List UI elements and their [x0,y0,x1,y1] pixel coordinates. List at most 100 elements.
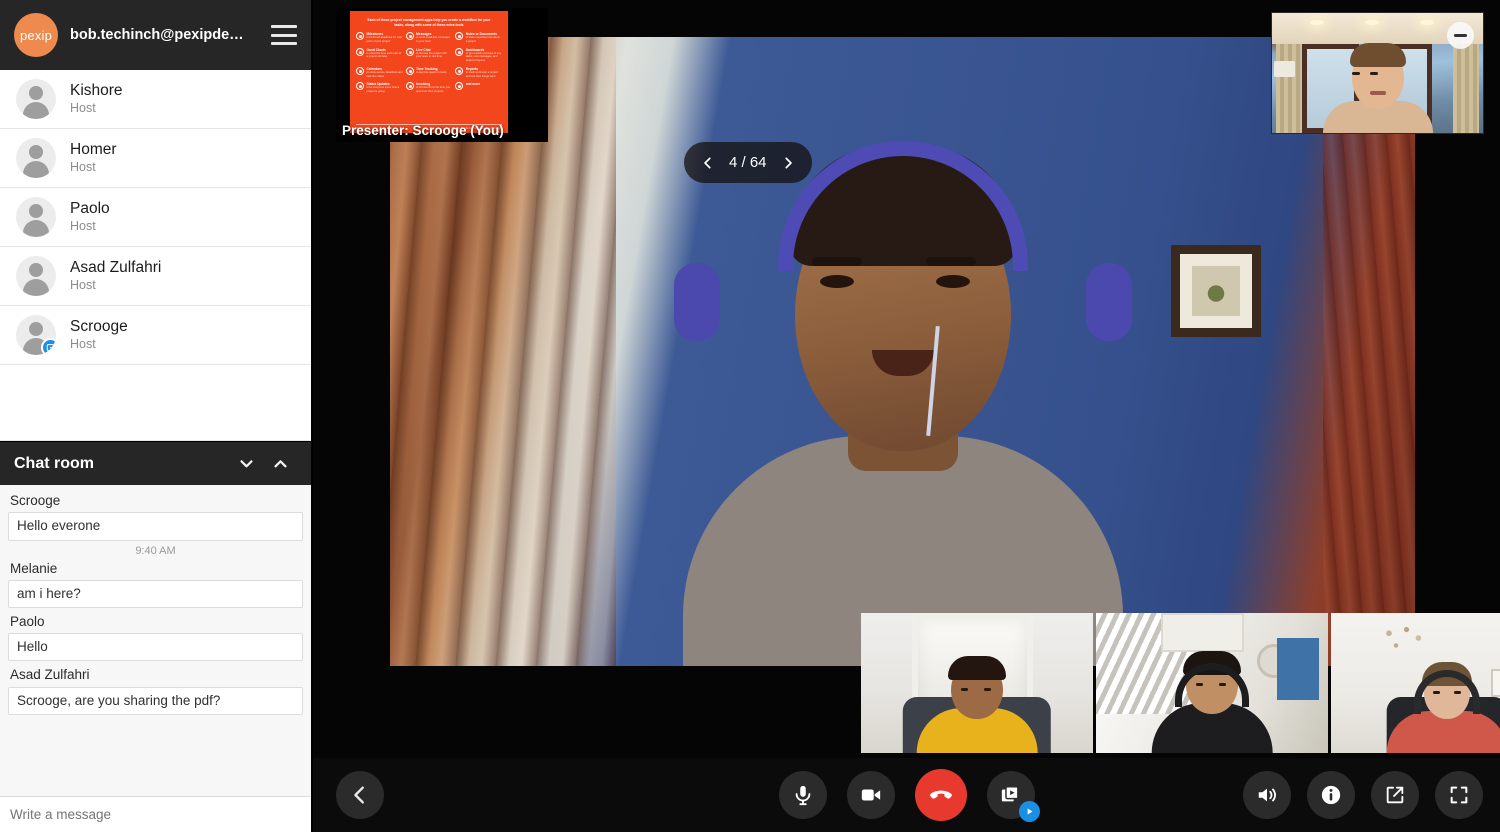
slide-feature-item: Gantt Charts to show the time each part o… [356,47,403,63]
next-slide-button[interactable] [777,152,799,174]
avatar-head [29,204,43,218]
avatar-head [29,145,43,159]
wall-picture-frame [1171,244,1262,337]
chat-message-text: Hello everone [8,512,303,541]
speaker-eye-right [935,275,970,288]
presenter-label: Presenter: Scrooge (You) [342,123,504,138]
sidebar-header: pexip bob.techinch@pexipde… [0,0,311,70]
toolbar-center-group [778,769,1040,822]
chat-room-title: Chat room [14,454,94,472]
slide-feature-desc: to hit broad deadlines for core parts of… [366,36,403,44]
slide-feature-item: Status Updates to let everyone know how a… [356,82,403,93]
participant-thumbnail-3[interactable] [1331,613,1500,753]
thumbnail-wall-decor [1368,620,1438,674]
avatar-head [29,86,43,100]
slide-feature-icon [405,32,414,41]
chat-room-header: Chat room [0,441,311,486]
pexip-logo: pexip [14,13,58,57]
back-button[interactable] [336,771,384,819]
presenting-badge-icon [41,338,56,355]
thumbnail-poster [1276,638,1319,700]
slide-feature-desc: to show the time each part of a project … [366,51,402,59]
presentation-slide: Each of these project management apps he… [350,11,508,133]
slide-feature-text: Invoicing to bill clients for the time yo… [416,82,452,93]
slide-feature-text: Gantt Charts to show the time each part o… [367,48,403,59]
share-external-button[interactable] [1371,771,1419,819]
slide-feature-desc: to let everyone know how a project is go… [366,86,400,93]
chat-message-author: Scrooge [10,493,61,509]
sidebar: pexip bob.techinch@pexipde… Kishore Host H… [0,0,313,832]
slide-feature-item: Reports to track work over a project and … [455,66,502,78]
ceiling-light [1309,20,1324,25]
chat-message-text: Scrooge, are you sharing the pdf? [8,686,303,715]
slide-feature-icon [356,66,364,75]
toolbar-right-group [1243,771,1483,819]
presentation-thumbnail[interactable]: Each of these project management apps he… [336,8,548,142]
avatar-head [29,322,43,336]
chat-message-text: Hello [8,633,303,662]
participant-meta: Paolo Host [70,200,110,233]
info-button[interactable] [1307,771,1355,819]
speaker-headphone-cup-right [1085,263,1132,341]
thumbnail-picture-frame [1491,669,1500,697]
self-view-figure [1318,43,1438,133]
participant-row[interactable]: Kishore Host [0,70,311,129]
avatar-body [23,220,49,237]
participant-name: Scrooge [70,318,128,336]
ceiling-light [1419,20,1434,25]
self-view-wall-unit [1274,61,1296,77]
thumbnail-hair [948,656,1006,681]
slide-feature-icon [356,47,364,56]
avatar [16,256,56,296]
participant-role: Host [70,160,96,175]
slide-feature-item: Calendars to show events, deadlines and t… [356,66,403,78]
menu-line [271,42,297,45]
slide-feature-item: Milestones to hit broad deadlines for cor… [356,32,403,43]
slide-feature-desc: to log time spent on tasks [416,70,447,74]
slide-feature-icon [455,66,464,75]
avatar-body [23,279,49,296]
hangup-button[interactable] [914,769,967,821]
speaker-volume-button[interactable] [1243,771,1291,819]
previous-slide-button[interactable] [697,152,719,174]
slide-feature-item: Messages to send email-like messages to y… [405,32,453,44]
slide-feature-title: and more [465,82,481,87]
call-control-toolbar [313,758,1500,832]
chat-message-list: Scrooge Hello everone 9:40 AM Melanie am i h… [0,485,311,796]
participant-row[interactable]: Homer Host [0,129,311,188]
self-view-hair [1349,43,1406,67]
slide-feature-item: and more [455,82,502,93]
participant-name: Paolo [70,200,110,218]
chevron-down-icon[interactable] [229,447,263,481]
participant-meta: Scrooge Host [70,318,128,351]
self-view-video[interactable] [1271,12,1484,134]
slide-feature-icon [455,47,464,56]
participant-meta: Homer Host [70,141,117,174]
present-button[interactable] [986,771,1040,822]
slide-feature-desc: to track work over a project and see how… [465,70,499,78]
thumbnail-cabinet [1160,613,1245,653]
hamburger-menu-icon[interactable] [271,25,297,45]
avatar [16,315,56,355]
slide-feature-text: Time Tracking to log time spent on tasks [416,67,446,75]
participant-row[interactable]: Scrooge Host [0,306,311,365]
participant-row[interactable]: Asad Zulfahri Host [0,247,311,306]
minimize-icon[interactable] [1447,22,1474,49]
fullscreen-button[interactable] [1435,771,1483,819]
play-badge-icon [1018,801,1040,822]
participant-thumbnail-1[interactable] [861,613,1093,753]
video-conference-app: pexip bob.techinch@pexipde… Kishore Host H… [0,0,1500,832]
microphone-button[interactable] [778,771,827,819]
chevron-up-icon[interactable] [263,447,297,481]
avatar-head [29,263,43,277]
slide-feature-text: Calendars to show events, deadlines and t… [367,67,403,78]
participant-thumbnail-2[interactable] [1096,613,1328,753]
participant-row[interactable]: Paolo Host [0,188,311,247]
slide-feature-desc: to send email-like messages to your team [416,36,451,44]
camera-button[interactable] [846,771,895,819]
avatar [16,79,56,119]
avatar-body [23,161,49,178]
menu-line [271,33,297,37]
account-email: bob.techinch@pexipde… [70,27,244,43]
chat-message-input[interactable] [0,807,311,822]
